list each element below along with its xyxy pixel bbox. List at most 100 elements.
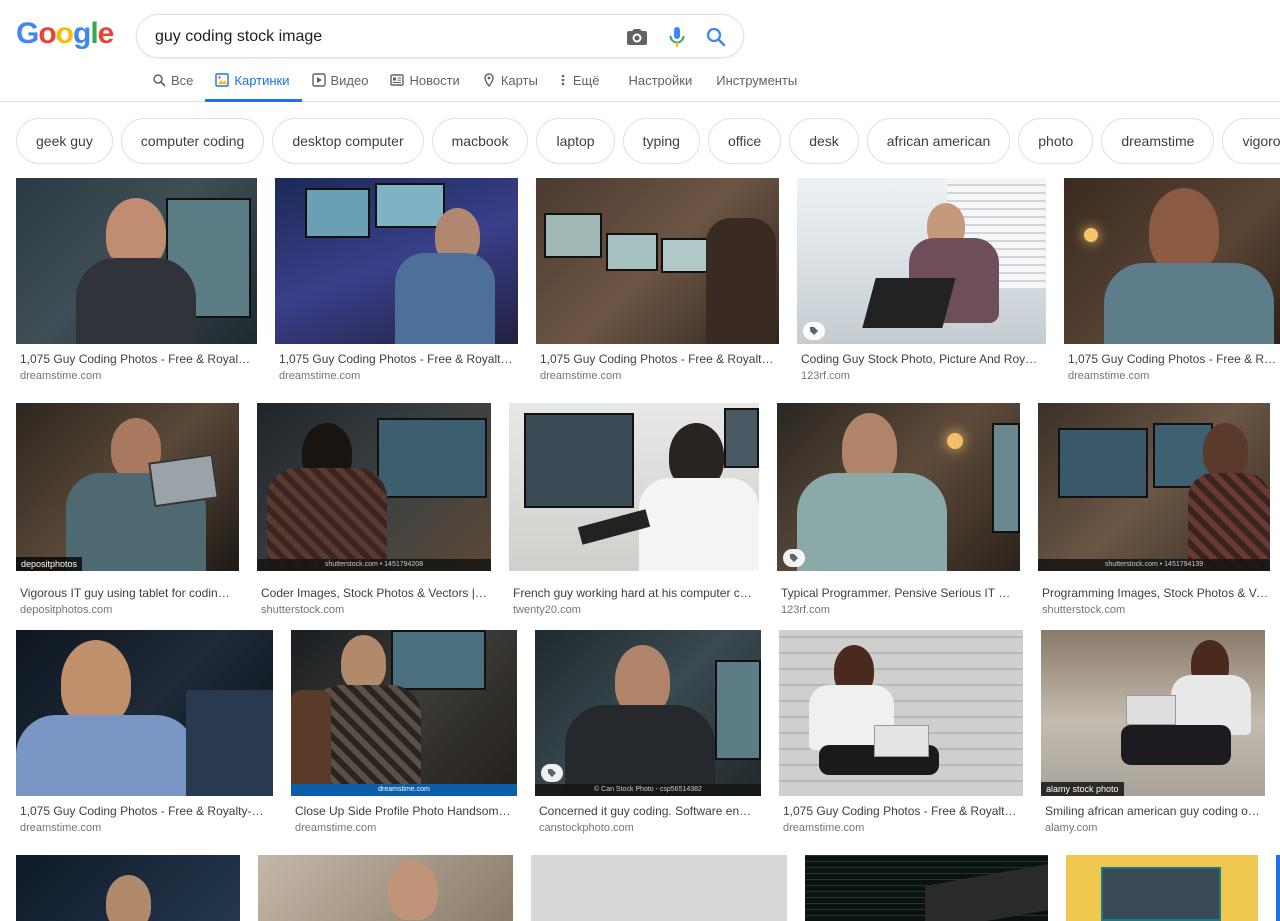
result-source[interactable]: dreamstime.com <box>1068 370 1149 382</box>
image-icon <box>215 73 230 87</box>
chip[interactable]: computer coding <box>120 118 265 164</box>
chip[interactable]: laptop <box>536 118 615 164</box>
image-result[interactable] <box>531 855 787 921</box>
result-source[interactable]: shutterstock.com <box>1042 604 1125 616</box>
image-result[interactable]: 1,075 Guy Coding Photos - Free & Royalty… <box>16 630 273 840</box>
image-result[interactable]: depositphotos Vigorous IT guy using tabl… <box>16 403 239 616</box>
result-thumbnail[interactable] <box>797 178 1046 344</box>
tab-all[interactable]: Все <box>152 68 193 92</box>
result-source[interactable]: depositphotos.com <box>20 604 112 616</box>
result-thumbnail[interactable]: dreamstime.com <box>291 630 517 796</box>
result-source[interactable]: canstockphoto.com <box>539 822 634 834</box>
image-result[interactable]: shutterstock.com • 1451794208 Coder Imag… <box>257 403 491 616</box>
result-thumbnail[interactable] <box>16 855 240 921</box>
result-thumbnail[interactable] <box>805 855 1048 921</box>
image-result[interactable]: 1,075 Guy Coding Photos - Free & Royalty… <box>1064 178 1280 388</box>
result-source[interactable]: shutterstock.com <box>261 604 344 616</box>
google-logo[interactable]: Google <box>16 17 114 51</box>
result-caption[interactable]: Concerned it guy coding. Software engine… <box>539 804 757 818</box>
result-thumbnail[interactable]: shutterstock.com • 1451794208 <box>257 403 491 571</box>
tools-link[interactable]: Инструменты <box>716 68 797 92</box>
image-result[interactable]: Coding Guy Stock Photo, Picture And Roya… <box>797 178 1046 388</box>
image-result[interactable] <box>16 855 240 921</box>
result-caption[interactable]: 1,075 Guy Coding Photos - Free & Royalty… <box>540 352 774 366</box>
result-source[interactable]: dreamstime.com <box>783 822 864 834</box>
result-source[interactable]: alamy.com <box>1045 822 1097 834</box>
chip[interactable]: dreamstime <box>1101 118 1215 164</box>
result-source[interactable]: twenty20.com <box>513 604 581 616</box>
result-caption[interactable]: Vigorous IT guy using tablet for coding … <box>20 586 236 600</box>
image-result[interactable]: 1,075 Guy Coding Photos - Free & Royalty… <box>16 178 257 388</box>
tab-maps[interactable]: Карты <box>482 68 538 92</box>
image-result[interactable]: Typical Programmer. Pensive Serious IT G… <box>777 403 1020 616</box>
tab-video[interactable]: Видео <box>311 68 368 92</box>
settings-link[interactable]: Настройки <box>628 68 692 92</box>
result-thumbnail[interactable]: depositphotos <box>16 403 239 571</box>
search-icon[interactable] <box>704 25 728 49</box>
result-thumbnail[interactable] <box>16 630 273 796</box>
chip[interactable]: office <box>707 118 782 164</box>
image-result[interactable]: shutterstock.com • 1451794139 Programmin… <box>1038 403 1270 616</box>
result-thumbnail[interactable] <box>1066 855 1258 921</box>
image-result[interactable]: 1,075 Guy Coding Photos - Free & Royalty… <box>275 178 518 388</box>
result-thumbnail[interactable] <box>531 855 787 921</box>
result-source[interactable]: dreamstime.com <box>20 822 101 834</box>
result-caption[interactable]: Coding Guy Stock Photo, Picture And Roya… <box>801 352 1041 366</box>
result-caption[interactable]: Coder Images, Stock Photos & Vectors | S… <box>261 586 487 600</box>
chip[interactable]: vigorous <box>1222 118 1280 164</box>
tab-news[interactable]: Новости <box>390 68 460 92</box>
result-source[interactable]: dreamstime.com <box>20 370 101 382</box>
result-caption[interactable]: 1,075 Guy Coding Photos - Free & Royalty… <box>20 352 252 366</box>
image-result[interactable]: © Can Stock Photo - csp56514382 Concerne… <box>535 630 761 840</box>
result-thumbnail[interactable] <box>536 178 779 344</box>
image-result[interactable] <box>1066 855 1258 921</box>
image-result[interactable]: 1,075 Guy Coding Photos - Free & Royalty… <box>536 178 779 388</box>
microphone-icon[interactable] <box>665 25 689 49</box>
result-caption[interactable]: Close Up Side Profile Photo Handsome Guy… <box>295 804 513 818</box>
result-caption[interactable]: 1,075 Guy Coding Photos - Free & Royalty… <box>1068 352 1280 366</box>
more-vert-icon <box>560 73 568 87</box>
image-result[interactable] <box>805 855 1048 921</box>
header: Google Все Картинки Видео Новости <box>0 0 1280 102</box>
result-thumbnail[interactable] <box>1064 178 1280 344</box>
result-source[interactable]: 123rf.com <box>781 604 830 616</box>
result-thumbnail[interactable]: shutterstock.com • 1451794139 <box>1038 403 1270 571</box>
result-source[interactable]: dreamstime.com <box>295 822 376 834</box>
result-caption[interactable]: 1,075 Guy Coding Photos - Free & Royalty… <box>783 804 1019 818</box>
image-result[interactable]: 1,075 Guy Coding Photos - Free & Royalty… <box>779 630 1023 840</box>
tab-label: Ещё <box>572 72 600 88</box>
image-result[interactable] <box>258 855 513 921</box>
result-caption[interactable]: 1,075 Guy Coding Photos - Free & Royalty… <box>20 804 266 818</box>
image-result[interactable]: alamy stock photo Smiling african americ… <box>1041 630 1265 840</box>
tab-images[interactable]: Картинки <box>205 68 302 102</box>
result-thumbnail[interactable] <box>275 178 518 344</box>
result-source[interactable]: 123rf.com <box>801 370 850 382</box>
result-thumbnail[interactable]: © Can Stock Photo - csp56514382 <box>535 630 761 796</box>
chip[interactable]: desk <box>789 118 859 164</box>
result-thumbnail[interactable] <box>258 855 513 921</box>
chip[interactable]: african american <box>866 118 1011 164</box>
chip[interactable]: geek guy <box>16 118 113 164</box>
chip[interactable]: photo <box>1018 118 1094 164</box>
result-thumbnail[interactable] <box>777 403 1020 571</box>
tag-icon <box>783 549 805 567</box>
result-caption[interactable]: French guy working hard at his computer … <box>513 586 755 600</box>
result-thumbnail[interactable]: alamy stock photo <box>1041 630 1265 796</box>
image-result[interactable]: French guy working hard at his computer … <box>509 403 759 616</box>
result-thumbnail[interactable] <box>509 403 759 571</box>
chip[interactable]: macbook <box>431 118 529 164</box>
chip[interactable]: typing <box>622 118 700 164</box>
camera-icon[interactable] <box>625 25 649 49</box>
image-result[interactable]: dreamstime.com Close Up Side Profile Pho… <box>291 630 517 840</box>
result-thumbnail[interactable] <box>779 630 1023 796</box>
result-thumbnail[interactable] <box>16 178 257 344</box>
result-caption[interactable]: Programming Images, Stock Photos & Vecto… <box>1042 586 1270 600</box>
result-source[interactable]: dreamstime.com <box>540 370 621 382</box>
tab-more[interactable]: Ещё <box>560 68 600 92</box>
chip[interactable]: desktop computer <box>272 118 424 164</box>
search-input[interactable] <box>155 27 615 47</box>
result-source[interactable]: dreamstime.com <box>279 370 360 382</box>
result-caption[interactable]: 1,075 Guy Coding Photos - Free & Royalty… <box>279 352 513 366</box>
result-caption[interactable]: Typical Programmer. Pensive Serious IT G… <box>781 586 1017 600</box>
result-caption[interactable]: Smiling african american guy coding on l… <box>1045 804 1265 818</box>
